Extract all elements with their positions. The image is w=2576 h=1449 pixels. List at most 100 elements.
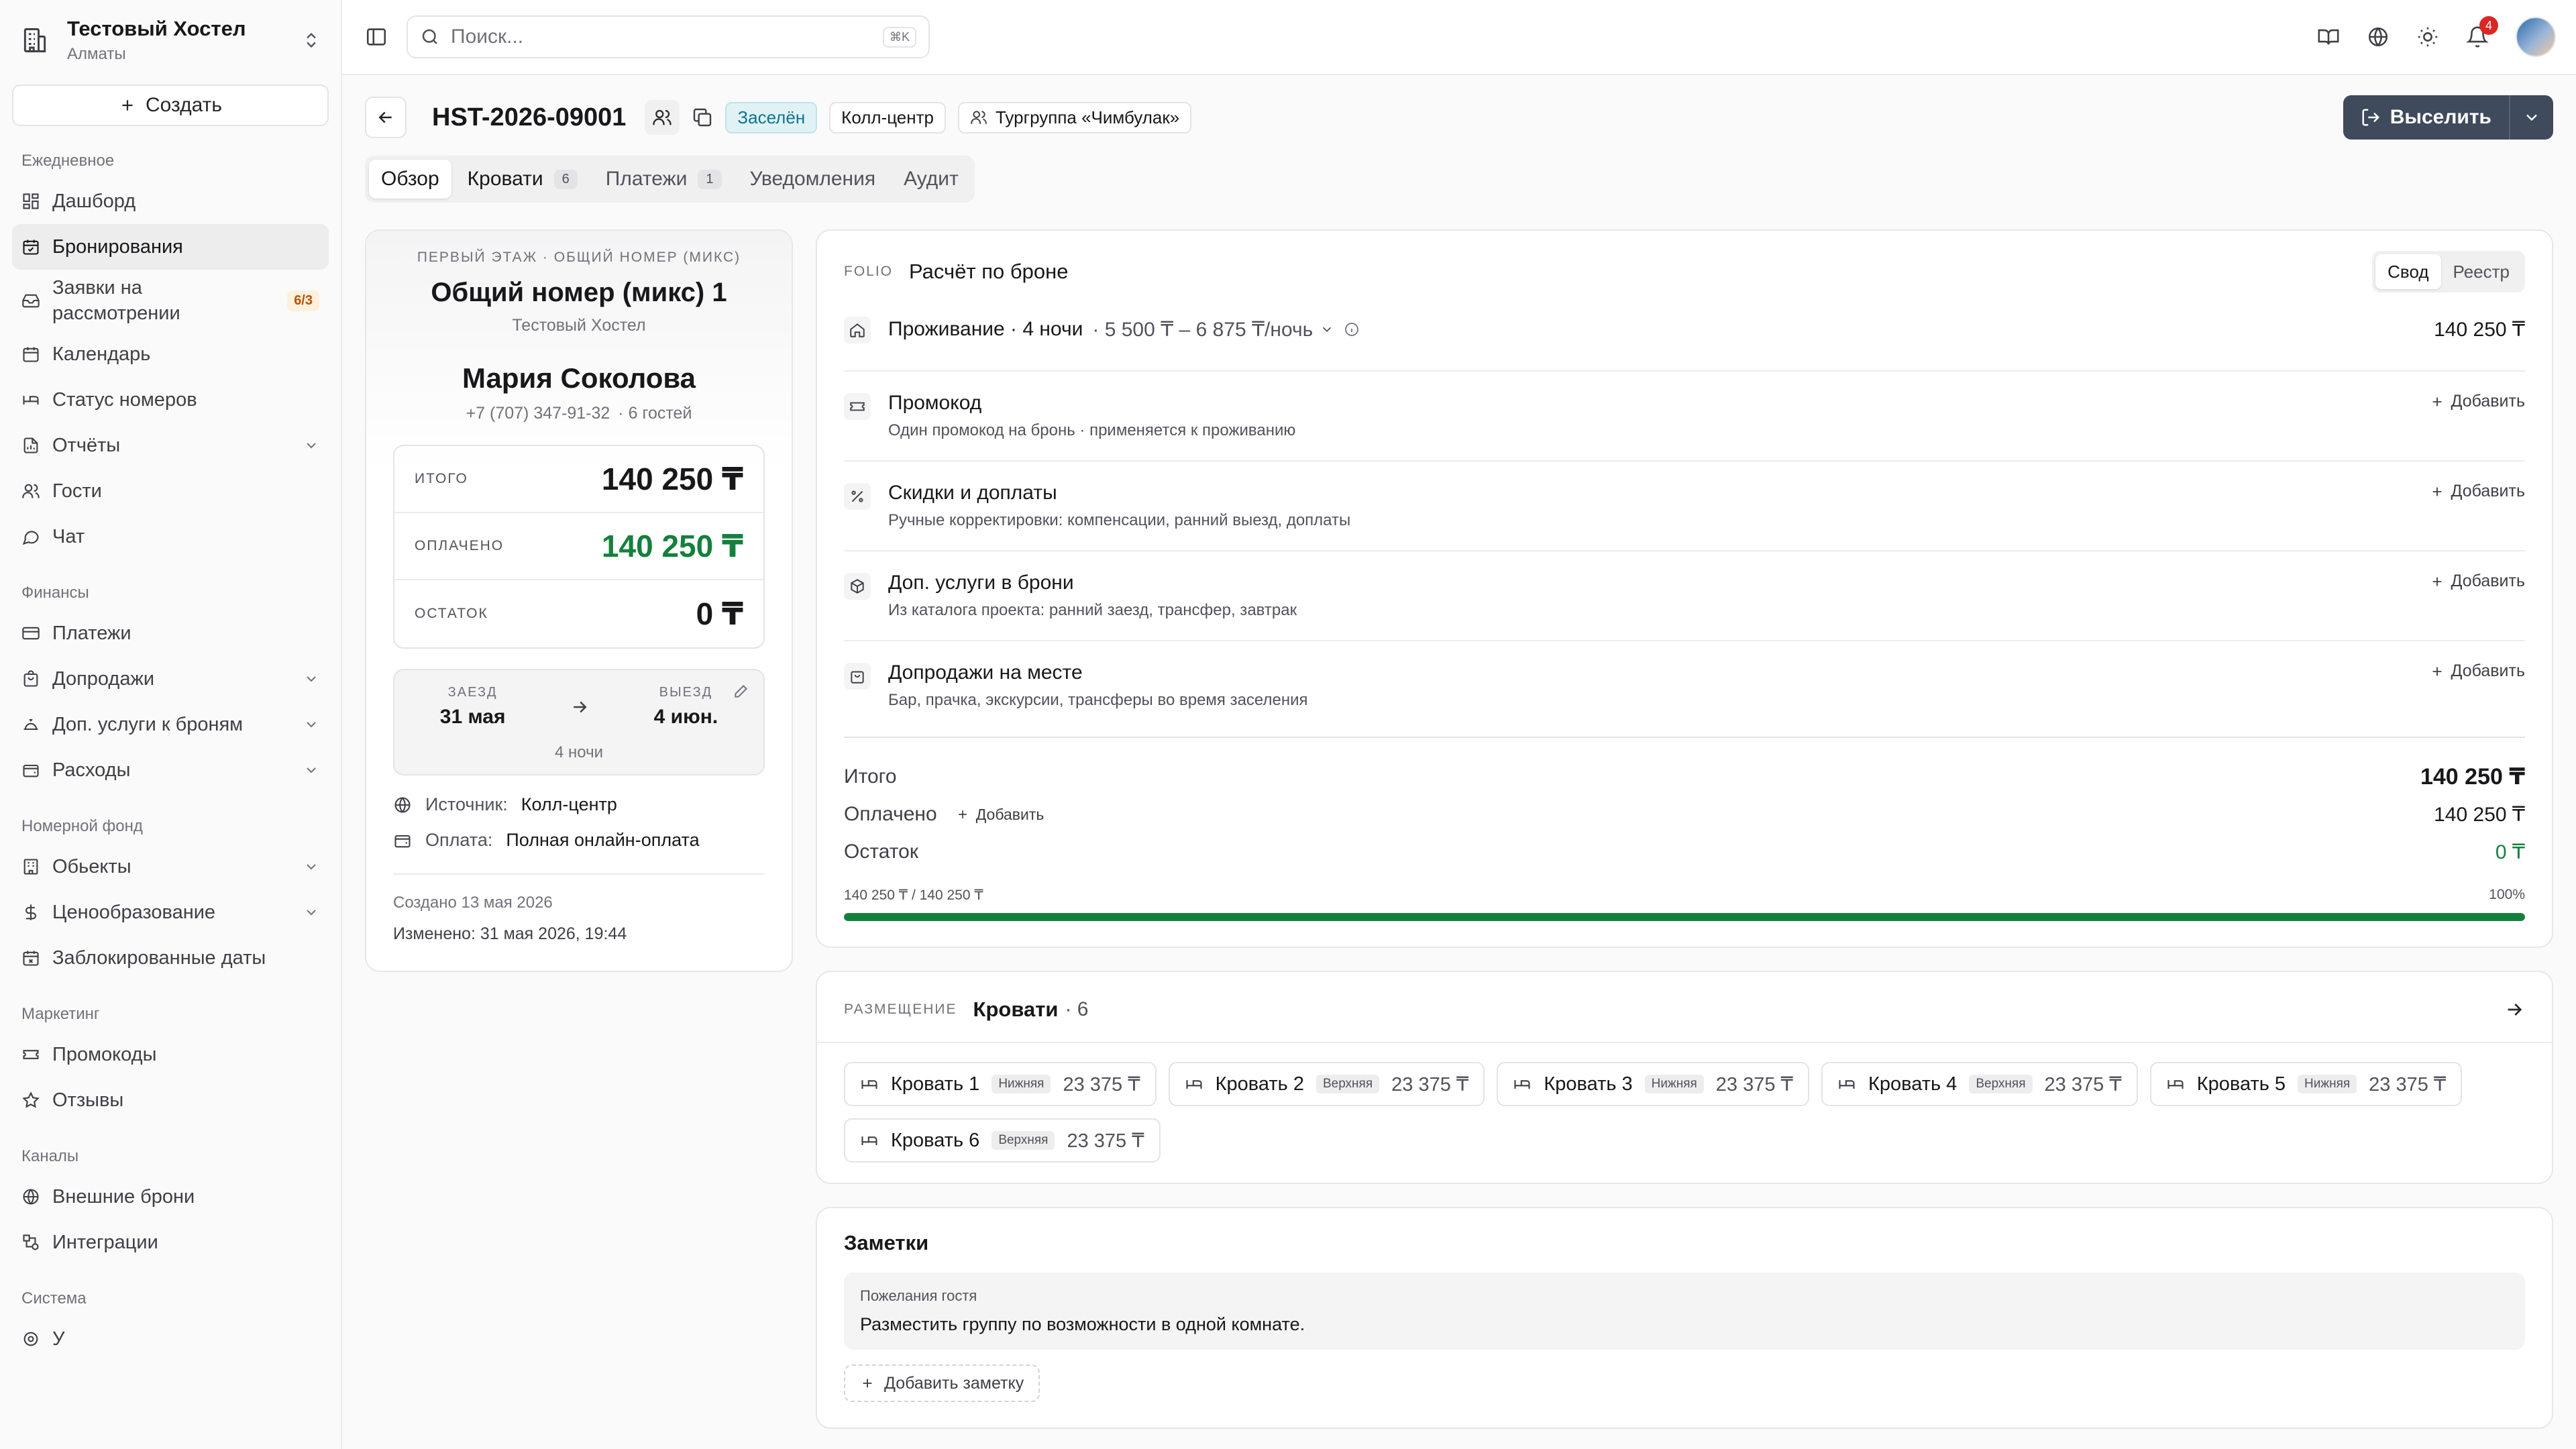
bed-item[interactable]: Кровать 5 Нижняя 23 375 ₸: [2149, 1062, 2463, 1106]
arrow-right-icon[interactable]: [2504, 999, 2525, 1020]
folio-row-stay: Проживание · 4 ночи · 5 500 ₸ – 6 875 ₸/…: [844, 295, 2525, 372]
add-extra-button[interactable]: Добавить: [2430, 572, 2525, 591]
info-icon[interactable]: [1344, 321, 1360, 337]
bed-item[interactable]: Кровать 6 Верхняя 23 375 ₸: [844, 1118, 1161, 1163]
add-promocode-button[interactable]: Добавить: [2430, 392, 2526, 411]
pencil-icon[interactable]: [733, 682, 750, 704]
sidebar-item-pending-requests[interactable]: Заявки на рассмотрении 6/3: [12, 270, 329, 331]
sidebar-toggle-icon[interactable]: [365, 25, 388, 48]
group-badge[interactable]: Тургруппа «Чимбулак»: [958, 101, 1192, 133]
folio-row-title: Доп. услуги в брони: [888, 572, 1074, 594]
sidebar-item-calendar[interactable]: Календарь: [12, 331, 329, 377]
copy-icon[interactable]: [692, 107, 713, 128]
checkout-more-button[interactable]: [2509, 95, 2553, 140]
sidebar-item-reviews[interactable]: Отзывы: [12, 1077, 329, 1123]
stay-rate-range[interactable]: · 5 500 ₸ – 6 875 ₸/ночь: [1092, 318, 1313, 341]
language-globe-icon[interactable]: [2367, 25, 2390, 48]
sun-icon[interactable]: [2416, 25, 2439, 48]
view-registry-button[interactable]: Реестр: [2441, 254, 2522, 289]
book-icon[interactable]: [2317, 25, 2340, 48]
calendar-x-icon: [21, 949, 40, 967]
nights-count: 4 ночи: [555, 743, 603, 761]
tab-beds[interactable]: Кровати 6: [455, 160, 590, 199]
search-box[interactable]: ⌘K: [407, 15, 930, 58]
sidebar-item-reports[interactable]: Отчёты: [12, 423, 329, 468]
payment-value: Полная онлайн-оплата: [506, 830, 700, 850]
bed-price: 23 375 ₸: [2369, 1073, 2447, 1095]
sidebar-item-booking-extras[interactable]: Доп. услуги к броням: [12, 702, 329, 747]
guest-name[interactable]: Мария Соколова: [393, 362, 765, 394]
notes-card: Заметки Пожелания гостя Разместить групп…: [816, 1207, 2553, 1429]
checkout-label: Выселить: [2390, 106, 2491, 128]
sidebar-item-payments[interactable]: Платежи: [12, 610, 329, 656]
payment-progress-bar: [844, 913, 2525, 921]
paid-value: 140 250 ₸: [601, 529, 743, 564]
tab-payments[interactable]: Платежи 1: [594, 160, 734, 199]
bell-icon[interactable]: 4: [2466, 16, 2498, 48]
sidebar-item-bookings[interactable]: Бронирования: [12, 224, 329, 270]
sidebar-item-dashboard[interactable]: Дашборд: [12, 178, 329, 224]
add-upsell-button[interactable]: Добавить: [2430, 661, 2525, 681]
add-discount-button[interactable]: Добавить: [2430, 482, 2525, 501]
balance-row: ОСТАТОК 0 ₸: [394, 580, 763, 647]
summary-total-label: Итого: [844, 765, 897, 788]
tab-overview[interactable]: Обзор: [369, 160, 451, 199]
wallet-icon: [393, 831, 412, 850]
sidebar-item-label: Заблокированные даты: [52, 947, 266, 969]
add-payment-button[interactable]: Добавить: [956, 806, 1044, 824]
calendar-icon: [21, 345, 40, 364]
notification-count: 4: [2479, 16, 2498, 35]
sidebar-item-label: Платежи: [52, 623, 131, 644]
add-note-button[interactable]: Добавить заметку: [844, 1364, 1040, 1402]
guest-phone[interactable]: +7 (707) 347-91-32: [466, 404, 610, 423]
source-value: Колл-центр: [521, 794, 617, 814]
sidebar-item-integrations[interactable]: Интеграции: [12, 1220, 329, 1265]
sidebar-item-label: Внешние брони: [52, 1186, 195, 1208]
user-avatar[interactable]: [2516, 17, 2556, 57]
view-summary-button[interactable]: Свод: [2375, 254, 2441, 289]
nav-group-title: Ежедневное: [21, 152, 115, 170]
service-bell-icon: [21, 715, 40, 734]
room-category: ПЕРВЫЙ ЭТАЖ · ОБЩИЙ НОМЕР (МИКС): [417, 250, 741, 265]
sidebar-item-expenses[interactable]: Расходы: [12, 747, 329, 793]
sidebar-item-external-bookings[interactable]: Внешние брони: [12, 1174, 329, 1220]
checkout-button[interactable]: Выселить: [2343, 95, 2509, 140]
sidebar-item-blocked-dates[interactable]: Заблокированные даты: [12, 935, 329, 981]
bed-item[interactable]: Кровать 2 Верхняя 23 375 ₸: [1168, 1062, 1485, 1106]
sidebar-item-promocodes[interactable]: Промокоды: [12, 1032, 329, 1077]
arrow-left-icon: [378, 111, 392, 123]
add-label: Добавить: [2451, 392, 2526, 411]
tab-label: Обзор: [381, 168, 439, 190]
bed-icon: [1837, 1075, 1856, 1093]
create-button[interactable]: Создать: [12, 85, 329, 126]
integration-icon: [21, 1233, 40, 1252]
chevron-down-icon: [303, 671, 319, 687]
bed-item[interactable]: Кровать 1 Нижняя 23 375 ₸: [844, 1062, 1157, 1106]
search-input[interactable]: [451, 25, 872, 48]
modified-at: Изменено: 31 мая 2026, 19:44: [393, 924, 627, 943]
hostel-switcher[interactable]: Тестовый Хостел Алматы: [0, 0, 341, 80]
sidebar-item-pricing[interactable]: Ценообразование: [12, 890, 329, 935]
tab-audit[interactable]: Аудит: [892, 160, 971, 199]
sidebar-item-properties[interactable]: Обьекты: [12, 844, 329, 890]
chevron-down-icon: [303, 716, 319, 733]
sidebar-item-room-status[interactable]: Статус номеров: [12, 377, 329, 423]
bed-price: 23 375 ₸: [1715, 1073, 1794, 1095]
bed-icon: [1513, 1075, 1532, 1093]
bed-tier: Верхняя: [991, 1131, 1055, 1150]
bed-item[interactable]: Кровать 3 Нижняя 23 375 ₸: [1497, 1062, 1810, 1106]
bed-item[interactable]: Кровать 4 Верхняя 23 375 ₸: [1821, 1062, 2138, 1106]
checkout-date-label: ВЫЕЗД: [659, 685, 713, 700]
divider: [393, 873, 765, 875]
sidebar-item-system[interactable]: У: [12, 1316, 329, 1362]
sidebar-item-guests[interactable]: Гости: [12, 468, 329, 514]
sidebar-item-chat[interactable]: Чат: [12, 514, 329, 559]
progress-text: 140 250 ₸ / 140 250 ₸: [844, 888, 983, 903]
chevron-down-icon[interactable]: [1320, 322, 1334, 337]
guest-wishes-note[interactable]: Пожелания гостя Разместить группу по воз…: [844, 1273, 2525, 1350]
tab-notifications[interactable]: Уведомления: [738, 160, 888, 199]
checkin-value: 31 мая: [439, 706, 506, 728]
sidebar-item-upsells[interactable]: Допродажи: [12, 656, 329, 702]
channel-badge: Колл-центр: [829, 101, 946, 133]
back-button[interactable]: [365, 97, 407, 138]
